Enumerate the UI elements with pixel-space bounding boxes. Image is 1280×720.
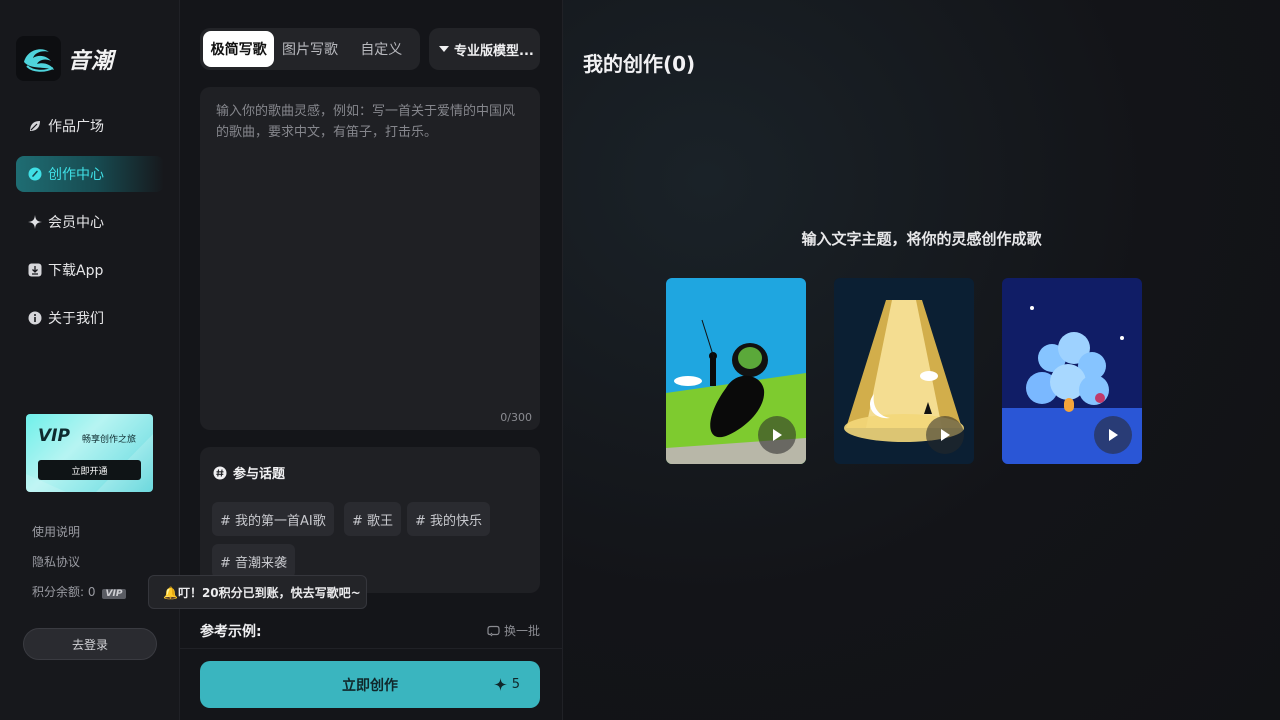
play-button[interactable] bbox=[758, 416, 796, 454]
create-now-button[interactable]: 立即创作 5 bbox=[200, 661, 540, 708]
sidebar-item-label: 会员中心 bbox=[48, 215, 104, 231]
play-button[interactable] bbox=[1094, 416, 1132, 454]
refresh-examples-button[interactable]: 换一批 bbox=[486, 622, 540, 639]
sidebar-item-label: 创作中心 bbox=[48, 167, 104, 183]
vip-promo-card[interactable]: VIP 畅享创作之旅 立即开通 bbox=[26, 414, 153, 492]
points-balance: 积分余额: 0 VIP bbox=[32, 583, 127, 600]
credit-cost: 5 bbox=[493, 677, 520, 692]
caret-down-icon bbox=[439, 45, 449, 53]
login-button[interactable]: 去登录 bbox=[23, 628, 157, 660]
sidebar: 音潮 作品广场 创作中心 会员中心 下载App 关于我们 VIP 畅享创作之旅 … bbox=[0, 0, 180, 720]
toast-text: 🔔叮！20积分已到账，快去写歌吧~ bbox=[163, 585, 361, 600]
points-balance-label: 积分余额: 0 bbox=[32, 585, 96, 599]
usage-guide-link[interactable]: 使用说明 bbox=[32, 523, 80, 540]
sidebar-item-label: 作品广场 bbox=[48, 119, 104, 135]
creation-panel: 极简写歌 图片写歌 自定义 专业版模型... 0/300 参与话题 # 我的第一… bbox=[180, 0, 563, 720]
example-card-lamp[interactable] bbox=[834, 278, 974, 464]
hashtag-icon bbox=[213, 466, 227, 480]
sidebar-item-membership[interactable]: 会员中心 bbox=[16, 204, 164, 240]
vip-card-subtitle: 畅享创作之旅 bbox=[82, 435, 137, 445]
topics-heading: 参与话题 bbox=[213, 463, 285, 482]
topic-chip[interactable]: # 音潮来袭 bbox=[212, 544, 296, 578]
divider bbox=[180, 648, 562, 649]
vip-badge: VIP bbox=[101, 589, 127, 599]
model-select-value: 专业版模型... bbox=[454, 43, 534, 59]
play-icon bbox=[941, 429, 950, 441]
privacy-policy-link[interactable]: 隐私协议 bbox=[32, 553, 80, 570]
sidebar-item-download[interactable]: 下载App bbox=[16, 252, 164, 288]
play-button[interactable] bbox=[926, 416, 964, 454]
info-icon bbox=[28, 311, 42, 325]
sidebar-item-label: 下载App bbox=[48, 263, 104, 279]
refresh-label: 换一批 bbox=[503, 624, 540, 638]
topic-chip[interactable]: # 歌王 bbox=[344, 502, 402, 536]
example-card-tree[interactable] bbox=[666, 278, 806, 464]
prompt-box: 0/300 bbox=[200, 87, 540, 430]
topic-chip[interactable]: # 我的快乐 bbox=[407, 502, 491, 536]
sparkle-icon bbox=[28, 215, 42, 229]
mode-tabs: 极简写歌 图片写歌 自定义 bbox=[200, 28, 420, 70]
empty-state-tip: 输入文字主题，将你的灵感创作成歌 bbox=[801, 230, 1042, 248]
sidebar-item-create[interactable]: 创作中心 bbox=[16, 156, 164, 192]
play-icon bbox=[1109, 429, 1118, 441]
play-icon bbox=[773, 429, 782, 441]
tab-image-songwriting[interactable]: 图片写歌 bbox=[274, 31, 345, 67]
sidebar-item-about[interactable]: 关于我们 bbox=[16, 300, 164, 336]
example-card-snow[interactable] bbox=[1002, 278, 1142, 464]
create-button-label: 立即创作 bbox=[342, 677, 398, 694]
tab-simple-songwriting[interactable]: 极简写歌 bbox=[203, 31, 275, 67]
reference-examples-title: 参考示例: bbox=[200, 624, 262, 640]
sparkle-icon bbox=[493, 678, 507, 691]
topics-section: 参与话题 # 我的第一首AI歌 # 歌王 # 我的快乐 # 音潮来袭 bbox=[200, 447, 540, 593]
works-title: 我的创作(0) bbox=[583, 52, 696, 76]
credit-cost-value: 5 bbox=[511, 677, 520, 692]
topic-chip[interactable]: # 我的第一首AI歌 bbox=[212, 502, 334, 536]
vip-card-title: VIP bbox=[38, 426, 70, 446]
works-panel: 我的创作(0) 输入文字主题，将你的灵感创作成歌 bbox=[563, 0, 1280, 720]
refresh-icon bbox=[486, 625, 500, 637]
model-select[interactable]: 专业版模型... bbox=[429, 28, 540, 70]
song-prompt-input[interactable] bbox=[200, 87, 540, 387]
wave-logo-icon bbox=[16, 36, 61, 81]
vip-open-button[interactable]: 立即开通 bbox=[38, 460, 141, 480]
tab-custom[interactable]: 自定义 bbox=[346, 31, 417, 67]
sidebar-item-gallery[interactable]: 作品广场 bbox=[16, 108, 164, 144]
char-counter: 0/300 bbox=[500, 411, 532, 424]
download-icon bbox=[28, 263, 42, 277]
leaf-icon bbox=[28, 119, 42, 133]
points-toast: 🔔叮！20积分已到账，快去写歌吧~ bbox=[148, 575, 367, 609]
sidebar-item-label: 关于我们 bbox=[48, 311, 104, 327]
pen-circle-icon bbox=[28, 167, 42, 181]
topics-heading-text: 参与话题 bbox=[233, 467, 286, 482]
app-name: 音潮 bbox=[68, 48, 115, 74]
app-logo[interactable]: 音潮 bbox=[16, 36, 114, 81]
